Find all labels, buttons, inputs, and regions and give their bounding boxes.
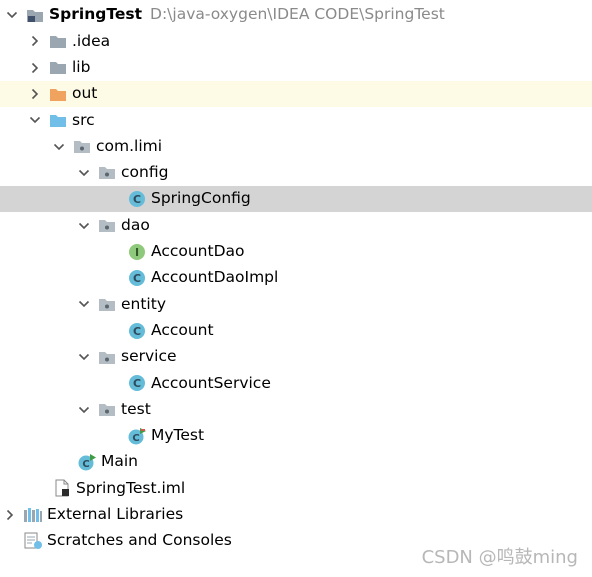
tree-label: SpringConfig <box>151 189 251 208</box>
project-root-path: D:\java-oxygen\IDEA CODE\SpringTest <box>150 5 445 24</box>
chevron-down-icon[interactable] <box>77 403 91 417</box>
tree-label: lib <box>72 57 91 76</box>
runnable-class-icon: C <box>77 453 97 471</box>
tree-label: test <box>121 399 151 418</box>
svg-text:C: C <box>132 433 139 444</box>
svg-text:I: I <box>135 246 139 259</box>
tree-node-main[interactable]: C Main <box>0 449 592 475</box>
chevron-right-icon[interactable] <box>28 34 42 48</box>
class-icon: C <box>127 322 147 340</box>
class-icon: C <box>127 269 147 287</box>
chevron-down-icon[interactable] <box>77 219 91 233</box>
tree-node-entity[interactable]: entity <box>0 291 592 317</box>
svg-text:C: C <box>82 459 89 470</box>
interface-icon: I <box>127 243 147 261</box>
package-icon <box>97 348 117 366</box>
tree-label: External Libraries <box>47 505 184 524</box>
project-folder-icon <box>25 6 45 24</box>
tree-label: MyTest <box>151 426 205 445</box>
tree-label: AccountDaoImpl <box>151 268 279 287</box>
project-tree: SpringTest D:\java-oxygen\IDEA CODE\Spri… <box>0 2 592 554</box>
excluded-folder-icon <box>48 85 68 103</box>
folder-icon <box>48 59 68 77</box>
chevron-right-icon[interactable] <box>3 508 17 522</box>
chevron-down-icon[interactable] <box>77 297 91 311</box>
tree-node-lib[interactable]: lib <box>0 55 592 81</box>
project-root-name: SpringTest <box>49 5 143 24</box>
tree-node-accountdaoimpl[interactable]: C AccountDaoImpl <box>0 265 592 291</box>
tree-label: AccountDao <box>151 242 245 261</box>
tree-node-test[interactable]: test <box>0 396 592 422</box>
tree-label: src <box>72 110 95 129</box>
tree-node-accountservice[interactable]: C AccountService <box>0 370 592 396</box>
tree-node-src[interactable]: src <box>0 107 592 133</box>
source-folder-icon <box>48 111 68 129</box>
tree-node-dao[interactable]: dao <box>0 212 592 238</box>
tree-label: entity <box>121 294 166 313</box>
chevron-right-icon[interactable] <box>28 87 42 101</box>
tree-node-com-limi[interactable]: com.limi <box>0 133 592 159</box>
tree-node-service[interactable]: service <box>0 344 592 370</box>
svg-text:C: C <box>133 272 141 285</box>
tree-label: Scratches and Consoles <box>47 531 232 550</box>
chevron-down-icon[interactable] <box>5 8 19 22</box>
test-class-icon: C <box>127 427 147 445</box>
folder-icon <box>48 32 68 50</box>
scratches-icon <box>23 532 43 550</box>
tree-node-mytest[interactable]: C MyTest <box>0 423 592 449</box>
package-icon <box>72 138 92 156</box>
tree-label: Account <box>151 320 214 339</box>
chevron-down-icon[interactable] <box>77 166 91 180</box>
svg-text:C: C <box>133 325 141 338</box>
module-file-icon <box>52 479 72 497</box>
tree-node-out[interactable]: out <box>0 80 592 108</box>
svg-text:C: C <box>133 377 141 390</box>
package-icon <box>97 217 117 235</box>
class-icon: C <box>127 190 147 208</box>
tree-label: .idea <box>72 31 111 50</box>
tree-node-account[interactable]: C Account <box>0 318 592 344</box>
chevron-down-icon[interactable] <box>77 350 91 364</box>
tree-node-springtest-root[interactable]: SpringTest D:\java-oxygen\IDEA CODE\Spri… <box>0 2 592 28</box>
tree-node-external-libraries[interactable]: External Libraries <box>0 502 592 528</box>
tree-label: SpringTest.iml <box>76 478 186 497</box>
tree-node-accountdao[interactable]: I AccountDao <box>0 239 592 265</box>
tree-node-springtest-iml[interactable]: SpringTest.iml <box>0 475 592 501</box>
tree-label: AccountService <box>151 373 271 392</box>
tree-label: com.limi <box>96 136 163 155</box>
library-icon <box>23 506 43 524</box>
chevron-right-icon[interactable] <box>28 61 42 75</box>
tree-label: Main <box>101 452 139 471</box>
chevron-down-icon[interactable] <box>28 113 42 127</box>
package-icon <box>97 164 117 182</box>
package-icon <box>97 295 117 313</box>
tree-label: config <box>121 163 169 182</box>
watermark-text: CSDN @鸣鼓ming <box>421 547 578 568</box>
package-icon <box>97 401 117 419</box>
class-icon: C <box>127 374 147 392</box>
svg-text:C: C <box>133 193 141 206</box>
tree-node-config[interactable]: config <box>0 160 592 186</box>
tree-label: service <box>121 347 177 366</box>
tree-node-springconfig[interactable]: C SpringConfig <box>0 186 592 213</box>
chevron-down-icon[interactable] <box>52 140 66 154</box>
tree-node-idea[interactable]: .idea <box>0 28 592 54</box>
tree-label: out <box>72 84 98 103</box>
tree-label: dao <box>121 215 150 234</box>
